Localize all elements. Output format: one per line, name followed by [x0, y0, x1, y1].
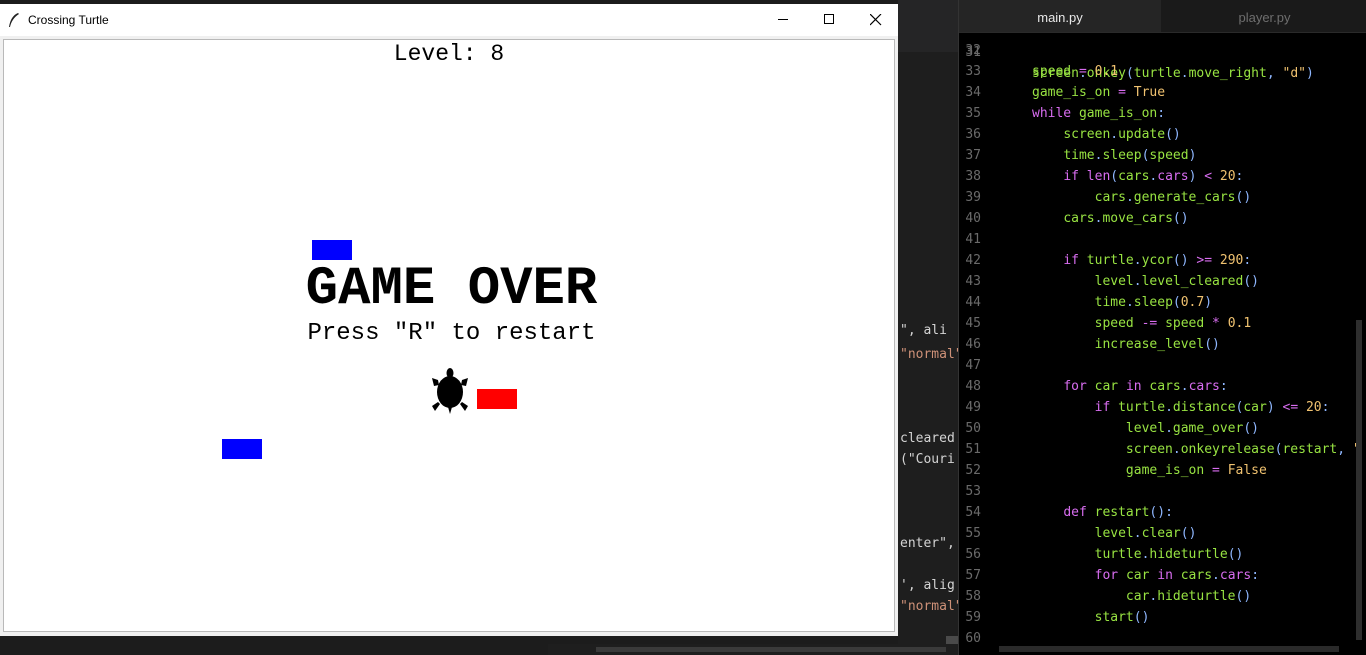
line-number: 49 — [965, 400, 981, 415]
background-horizontal-scrollbar[interactable] — [548, 644, 958, 655]
code-text: car.hideturtle() — [1125, 589, 1252, 604]
code-text: speed -= speed * 0.1 — [1094, 316, 1252, 331]
line-number: 32 — [965, 43, 981, 58]
line-number: 41 — [965, 232, 981, 247]
line-number: 44 — [965, 295, 981, 310]
feather-icon — [9, 13, 19, 27]
code-text: time.sleep(0.7) — [1094, 295, 1213, 310]
line-number: 33 — [965, 64, 981, 79]
code-text: if turtle.distance(car) <= 20: — [1094, 400, 1330, 415]
line-number: 45 — [965, 316, 981, 331]
code-text: game_is_on = True — [1032, 85, 1166, 100]
car-blue — [312, 240, 352, 260]
code-text: start() — [1094, 610, 1150, 625]
code-text: for car in cars.cars: — [1063, 379, 1228, 394]
background-code-fragment: enter", — [900, 536, 955, 551]
game-canvas[interactable]: Level: 8 GAME OVER Press "R" to restart — [3, 39, 895, 632]
code-text: def restart(): — [1063, 505, 1173, 520]
code-text: for car in cars.cars: — [1094, 568, 1260, 583]
background-code-fragment: ', alig — [900, 578, 955, 593]
minimize-button[interactable] — [760, 4, 806, 36]
line-number: 54 — [965, 505, 981, 520]
line-number: 51 — [965, 442, 981, 457]
code-area[interactable]: 31 screen.onkey(turtle.move_right, "d") … — [959, 32, 1366, 644]
code-text: screen.onkeyrelease(restart, " — [1125, 442, 1361, 457]
tab-main-py[interactable]: main.py — [959, 0, 1161, 32]
background-code-fragment: cleared — [900, 431, 955, 446]
background-scroll-corner — [946, 636, 958, 644]
editor-horizontal-scrollbar[interactable] — [999, 646, 1339, 652]
car-blue — [222, 439, 262, 459]
code-text: level.level_cleared() — [1094, 274, 1259, 289]
line-number: 35 — [965, 106, 981, 121]
line-number: 60 — [965, 631, 981, 644]
line-number: 59 — [965, 610, 981, 625]
line-number: 53 — [965, 484, 981, 499]
editor-vertical-scrollbar[interactable] — [1356, 320, 1362, 640]
line-number: 58 — [965, 589, 981, 604]
code-text: while game_is_on: — [1032, 106, 1166, 121]
code-text: cars.move_cars() — [1063, 211, 1189, 226]
line-number: 43 — [965, 274, 981, 289]
maximize-button[interactable] — [806, 4, 852, 36]
line-number: 36 — [965, 127, 981, 142]
close-button[interactable] — [852, 4, 898, 36]
background-code-fragment: "normal" — [900, 347, 958, 362]
line-number: 56 — [965, 547, 981, 562]
level-label: Level: 8 — [393, 41, 505, 67]
background-editor-pane: ", ali "normal" cleared ("Couri enter", ', al… — [898, 0, 958, 655]
game-over-text: GAME OVER — [305, 259, 598, 320]
line-number: 48 — [965, 379, 981, 394]
line-number: 40 — [965, 211, 981, 226]
line-number: 55 — [965, 526, 981, 541]
tab-player-py[interactable]: player.py — [1162, 0, 1366, 32]
car-red — [477, 389, 517, 409]
line-number: 38 — [965, 169, 981, 184]
code-text: cars.generate_cars() — [1094, 190, 1252, 205]
code-text: time.sleep(speed) — [1063, 148, 1197, 163]
minimize-icon — [778, 19, 788, 20]
code-editor: main.py player.py 31 screen.onkey(turtle… — [958, 0, 1366, 655]
line-number: 47 — [965, 358, 981, 373]
code-text: if len(cars.cars) < 20: — [1063, 169, 1244, 184]
line-number: 52 — [965, 463, 981, 478]
editor-tab-bar: main.py player.py — [959, 0, 1366, 33]
line-number: 46 — [965, 337, 981, 352]
code-text: turtle.hideturtle() — [1094, 547, 1244, 562]
scrollbar-thumb[interactable] — [596, 647, 946, 652]
code-text: increase_level() — [1094, 337, 1220, 352]
game-window: Crossing Turtle Level: 8 GAME OVER Press… — [0, 4, 898, 636]
code-text: game_is_on = False — [1125, 463, 1267, 478]
line-number: 37 — [965, 148, 981, 163]
title-bar[interactable]: Crossing Turtle — [0, 4, 898, 36]
code-text: level.clear() — [1094, 526, 1197, 541]
code-text: speed = 0.1 — [1032, 64, 1119, 79]
line-number: 57 — [965, 568, 981, 583]
background-editor-tabbar — [898, 0, 958, 52]
code-text: if turtle.ycor() >= 290: — [1063, 253, 1252, 268]
line-number: 50 — [965, 421, 981, 436]
background-code-fragment: ("Couri — [900, 452, 955, 467]
window-title: Crossing Turtle — [28, 13, 109, 27]
line-number: 39 — [965, 190, 981, 205]
code-text: screen.update() — [1063, 127, 1181, 142]
maximize-icon — [824, 14, 834, 24]
restart-hint: Press "R" to restart — [307, 320, 596, 347]
background-code-fragment: ", ali — [900, 323, 947, 338]
line-number: 42 — [965, 253, 981, 268]
turtle-player — [432, 368, 468, 414]
line-number: 34 — [965, 85, 981, 100]
close-icon — [870, 14, 882, 26]
background-code-fragment: "normal" — [900, 599, 958, 614]
code-text: level.game_over() — [1125, 421, 1259, 436]
